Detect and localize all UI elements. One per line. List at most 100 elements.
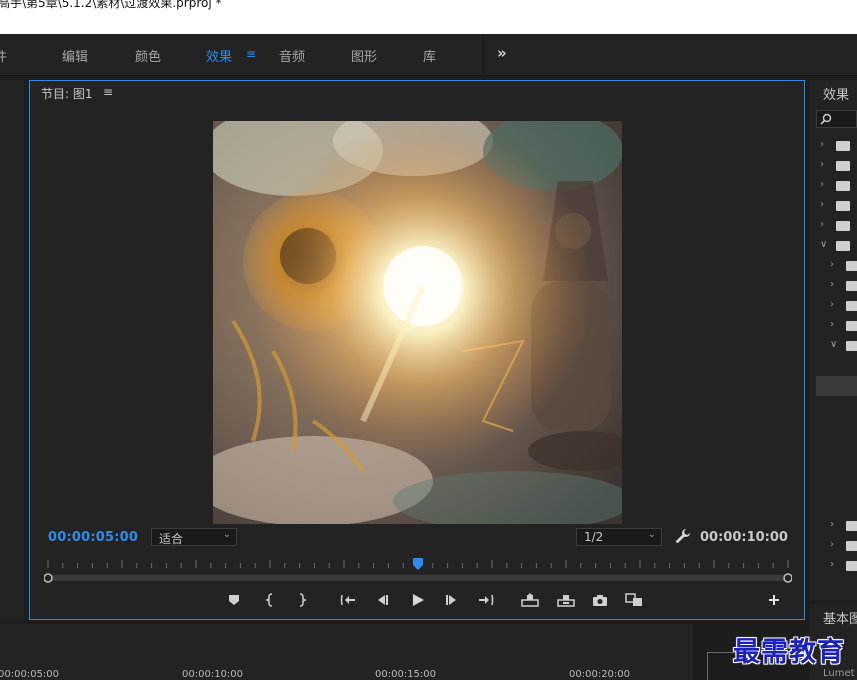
workspace-menu-icon[interactable]: ≡: [246, 47, 256, 61]
zoom-start-handle[interactable]: [44, 573, 53, 583]
mark-out-icon: [299, 593, 307, 607]
chevron-right-icon[interactable]: ›: [830, 259, 834, 270]
more-workspaces-icon[interactable]: »: [497, 44, 507, 62]
camera-icon: [593, 595, 607, 606]
zoom-level-select[interactable]: 适合 ⌄: [151, 528, 237, 546]
search-icon: [820, 113, 832, 125]
timeline-panel: 00:00:05:00 00:00:10:00 00:00:15:00 00:0…: [0, 624, 693, 680]
playback-resolution-select[interactable]: 1/2 ⌄: [576, 528, 662, 546]
go-to-in-button[interactable]: [338, 590, 358, 610]
chevron-right-icon[interactable]: ›: [830, 539, 834, 550]
extract-button[interactable]: [556, 590, 576, 610]
chevron-down-icon[interactable]: ∨: [820, 239, 827, 250]
video-frame-image: [213, 121, 622, 524]
chevron-right-icon[interactable]: ›: [820, 179, 824, 190]
effects-folder-row[interactable]: ∨: [810, 236, 857, 256]
current-timecode[interactable]: 00:00:05:00: [48, 530, 138, 545]
video-preview: [213, 121, 622, 524]
essential-graphics-title[interactable]: 基本图: [823, 608, 857, 627]
lumetri-label: Lumet: [823, 668, 855, 679]
comparison-icon: [625, 593, 642, 606]
workspace-bar: 件 编辑 颜色 效果 ≡ 音频 图形 库 »: [0, 34, 857, 76]
folder-icon: [836, 201, 850, 211]
effects-folder-row[interactable]: ›: [810, 256, 857, 276]
program-monitor-panel: 节目: 图1 ≡ 00:00:05:00 适合 ⌄ 1/2 ⌄ 00:00:10…: [29, 80, 805, 620]
chevron-right-icon[interactable]: ›: [820, 199, 824, 210]
timeline-ruler-label: 00:00:10:00: [182, 669, 244, 680]
workspace-divider: [483, 34, 484, 76]
effects-folder-row[interactable]: ›: [810, 156, 857, 176]
folder-icon: [846, 321, 857, 331]
playback-resolution-value: 1/2: [584, 530, 604, 544]
chevron-right-icon[interactable]: ›: [820, 139, 824, 150]
add-marker-button[interactable]: [224, 590, 244, 610]
chevron-right-icon[interactable]: ›: [830, 279, 834, 290]
effects-folder-row[interactable]: ›: [810, 316, 857, 336]
button-editor-button[interactable]: [764, 590, 784, 610]
mark-in-button[interactable]: [260, 590, 280, 610]
chevron-down-icon: ⌄: [647, 529, 656, 540]
effects-folder-row[interactable]: ∨: [810, 336, 857, 356]
effects-folder-row[interactable]: ›: [810, 196, 857, 216]
play-icon: [413, 594, 424, 606]
workspace-tab-effects[interactable]: 效果: [206, 46, 232, 65]
chevron-right-icon[interactable]: ›: [820, 159, 824, 170]
watermark-logo: 最需教育: [733, 637, 845, 668]
chevron-right-icon[interactable]: ›: [830, 299, 834, 310]
folder-icon: [846, 561, 857, 571]
workspace-tab-editing[interactable]: 编辑: [62, 46, 88, 65]
folder-icon: [846, 541, 857, 551]
effects-selected-row[interactable]: [816, 376, 857, 396]
workspace-tab-color[interactable]: 颜色: [135, 46, 161, 65]
step-forward-icon: [446, 595, 456, 605]
zoom-end-handle[interactable]: [783, 573, 792, 583]
mark-out-button[interactable]: [292, 590, 312, 610]
workspace-tab-graphics[interactable]: 图形: [351, 46, 377, 65]
play-button[interactable]: [408, 590, 428, 610]
go-to-out-button[interactable]: [476, 590, 496, 610]
timeline-ruler-label: 00:00:05:00: [0, 669, 60, 680]
folder-icon: [846, 261, 857, 271]
effects-folder-row[interactable]: ›: [810, 216, 857, 236]
marker-icon: [229, 595, 239, 605]
extract-icon: [557, 595, 575, 607]
lift-button[interactable]: [520, 590, 540, 610]
chevron-right-icon[interactable]: ›: [820, 219, 824, 230]
chevron-down-icon[interactable]: ∨: [830, 339, 837, 350]
effects-folder-row[interactable]: ›: [810, 556, 857, 576]
effects-search-input[interactable]: [816, 110, 857, 128]
chevron-right-icon[interactable]: ›: [830, 519, 834, 530]
effects-folder-row[interactable]: ›: [810, 536, 857, 556]
step-back-button[interactable]: [372, 590, 392, 610]
workspace-tab-audio[interactable]: 音频: [279, 46, 305, 65]
effects-folder-row[interactable]: ›: [810, 176, 857, 196]
folder-icon: [836, 181, 850, 191]
duration-timecode: 00:00:10:00: [700, 530, 788, 545]
workspace-tab-assembly[interactable]: 件: [0, 46, 7, 65]
workspace-tab-libraries[interactable]: 库: [423, 46, 436, 65]
settings-wrench-icon[interactable]: [675, 528, 691, 548]
folder-icon: [846, 281, 857, 291]
chevron-right-icon[interactable]: ›: [830, 559, 834, 570]
effects-folder-row[interactable]: ›: [810, 136, 857, 156]
comparison-view-button[interactable]: [624, 590, 644, 610]
chevron-right-icon[interactable]: ›: [830, 319, 834, 330]
window-title-bar: 高手\第5章\5.1.2\素材\过渡效果.prproj *: [0, 0, 857, 34]
effects-folder-row[interactable]: ›: [810, 296, 857, 316]
panel-menu-icon[interactable]: ≡: [103, 85, 113, 99]
effects-folder-row[interactable]: ›: [810, 516, 857, 536]
effects-panel-title[interactable]: 效果: [823, 84, 849, 103]
timeline-ruler-label: 00:00:20:00: [569, 669, 631, 680]
playhead[interactable]: [413, 558, 423, 570]
chevron-down-icon: ⌄: [222, 529, 231, 540]
transport-controls: [30, 590, 806, 612]
folder-icon: [836, 241, 850, 251]
folder-icon: [846, 301, 857, 311]
effects-folder-row[interactable]: ›: [810, 276, 857, 296]
window-title: 高手\第5章\5.1.2\素材\过渡效果.prproj *: [0, 0, 222, 10]
program-monitor-title[interactable]: 节目: 图1: [41, 85, 93, 102]
export-frame-button[interactable]: [590, 590, 610, 610]
mark-in-icon: [265, 593, 273, 607]
go-to-out-icon: [479, 594, 494, 606]
step-forward-button[interactable]: [442, 590, 462, 610]
